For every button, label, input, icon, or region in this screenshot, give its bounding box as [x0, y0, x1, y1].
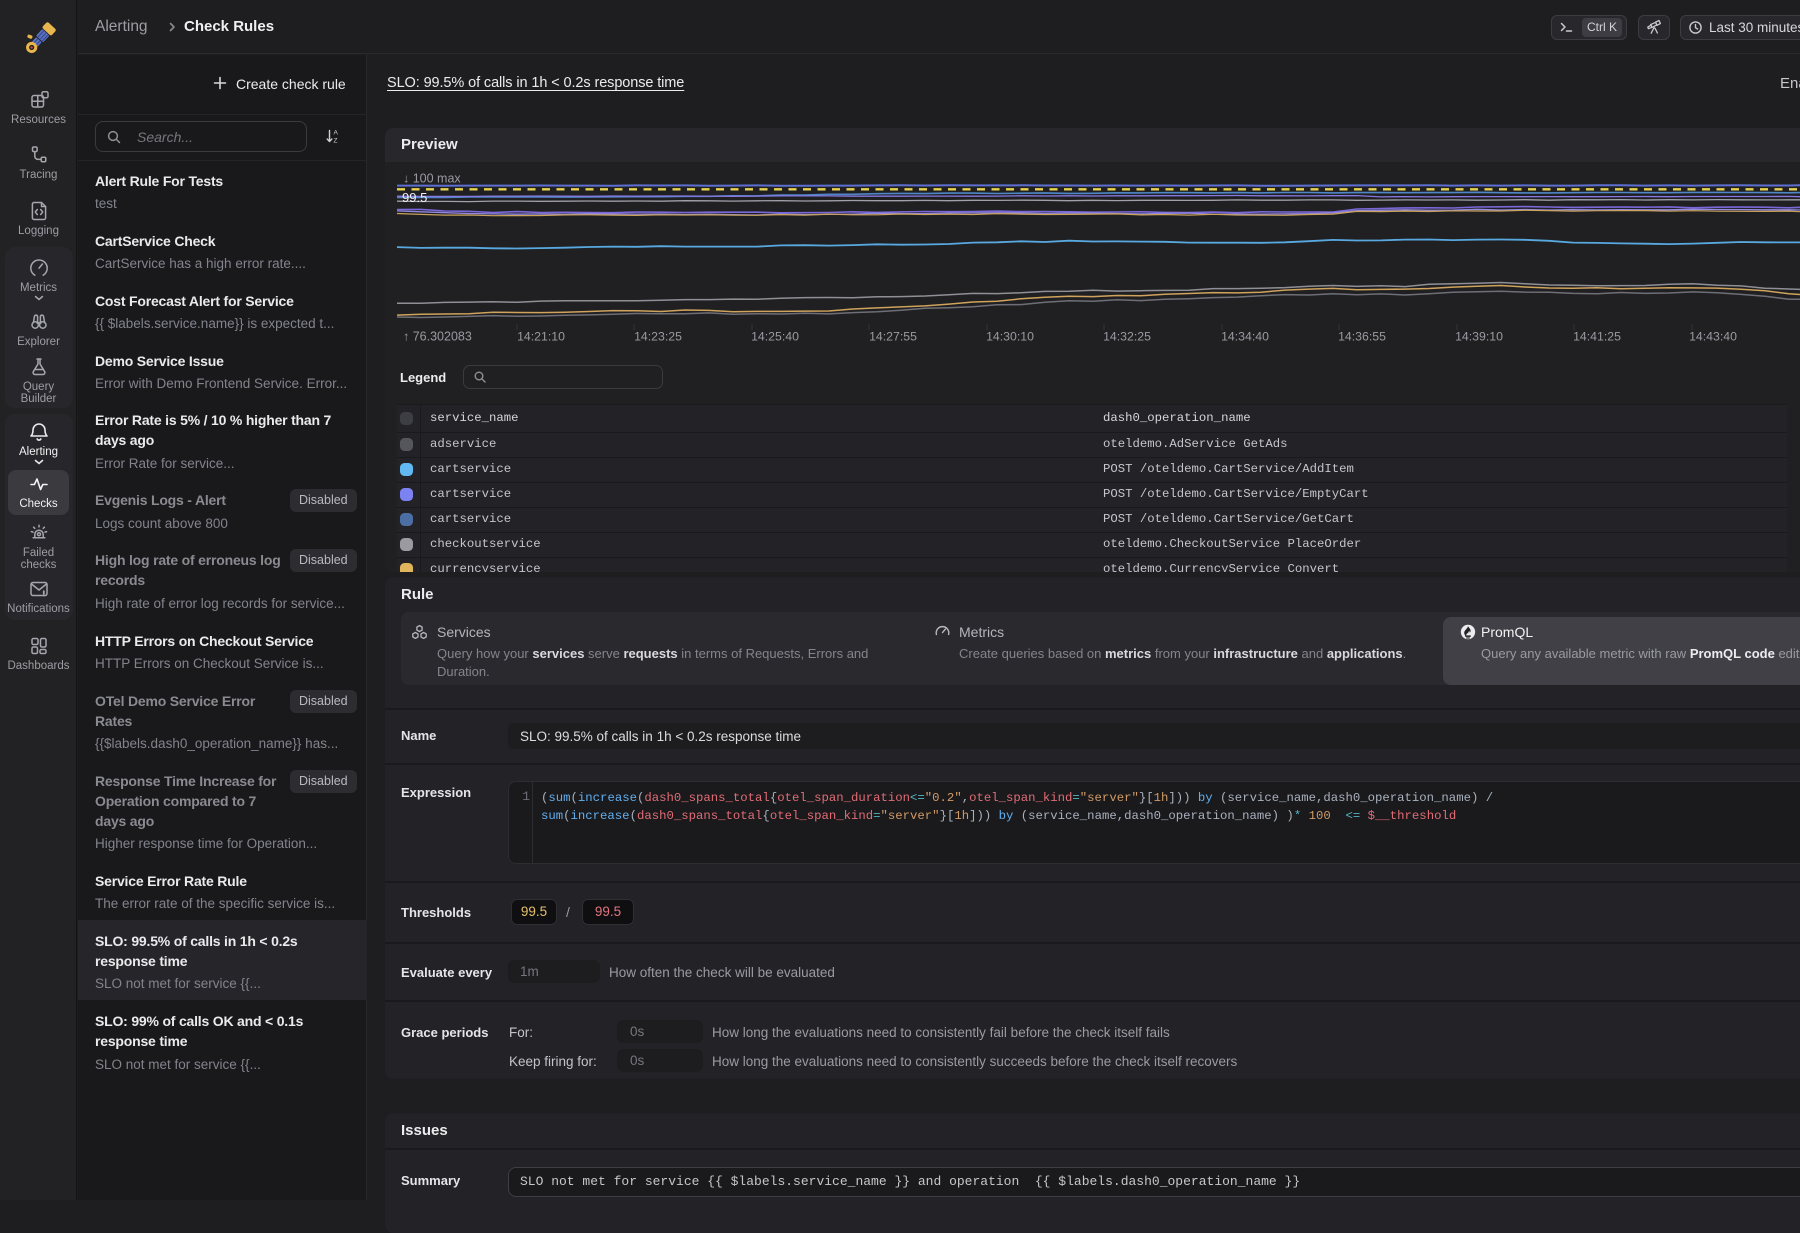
svg-text:A: A — [334, 130, 339, 137]
svg-text:↑ 76.302083: ↑ 76.302083 — [403, 330, 472, 344]
svg-text:14:32:25: 14:32:25 — [1103, 330, 1151, 344]
svg-text:Z: Z — [334, 138, 338, 145]
svg-text:14:27:55: 14:27:55 — [869, 330, 917, 344]
svg-text:14:23:25: 14:23:25 — [634, 330, 682, 344]
svg-text:99.5: 99.5 — [402, 190, 427, 205]
svg-text:14:25:40: 14:25:40 — [751, 330, 799, 344]
svg-text:14:21:10: 14:21:10 — [517, 330, 565, 344]
svg-text:14:34:40: 14:34:40 — [1221, 330, 1269, 344]
svg-text:14:39:10: 14:39:10 — [1455, 330, 1503, 344]
svg-text:14:36:55: 14:36:55 — [1338, 330, 1386, 344]
svg-text:14:30:10: 14:30:10 — [986, 330, 1034, 344]
svg-text:↓ 100 max: ↓ 100 max — [403, 172, 461, 186]
svg-text:14:43:40: 14:43:40 — [1689, 330, 1737, 344]
svg-text:14:41:25: 14:41:25 — [1573, 330, 1621, 344]
